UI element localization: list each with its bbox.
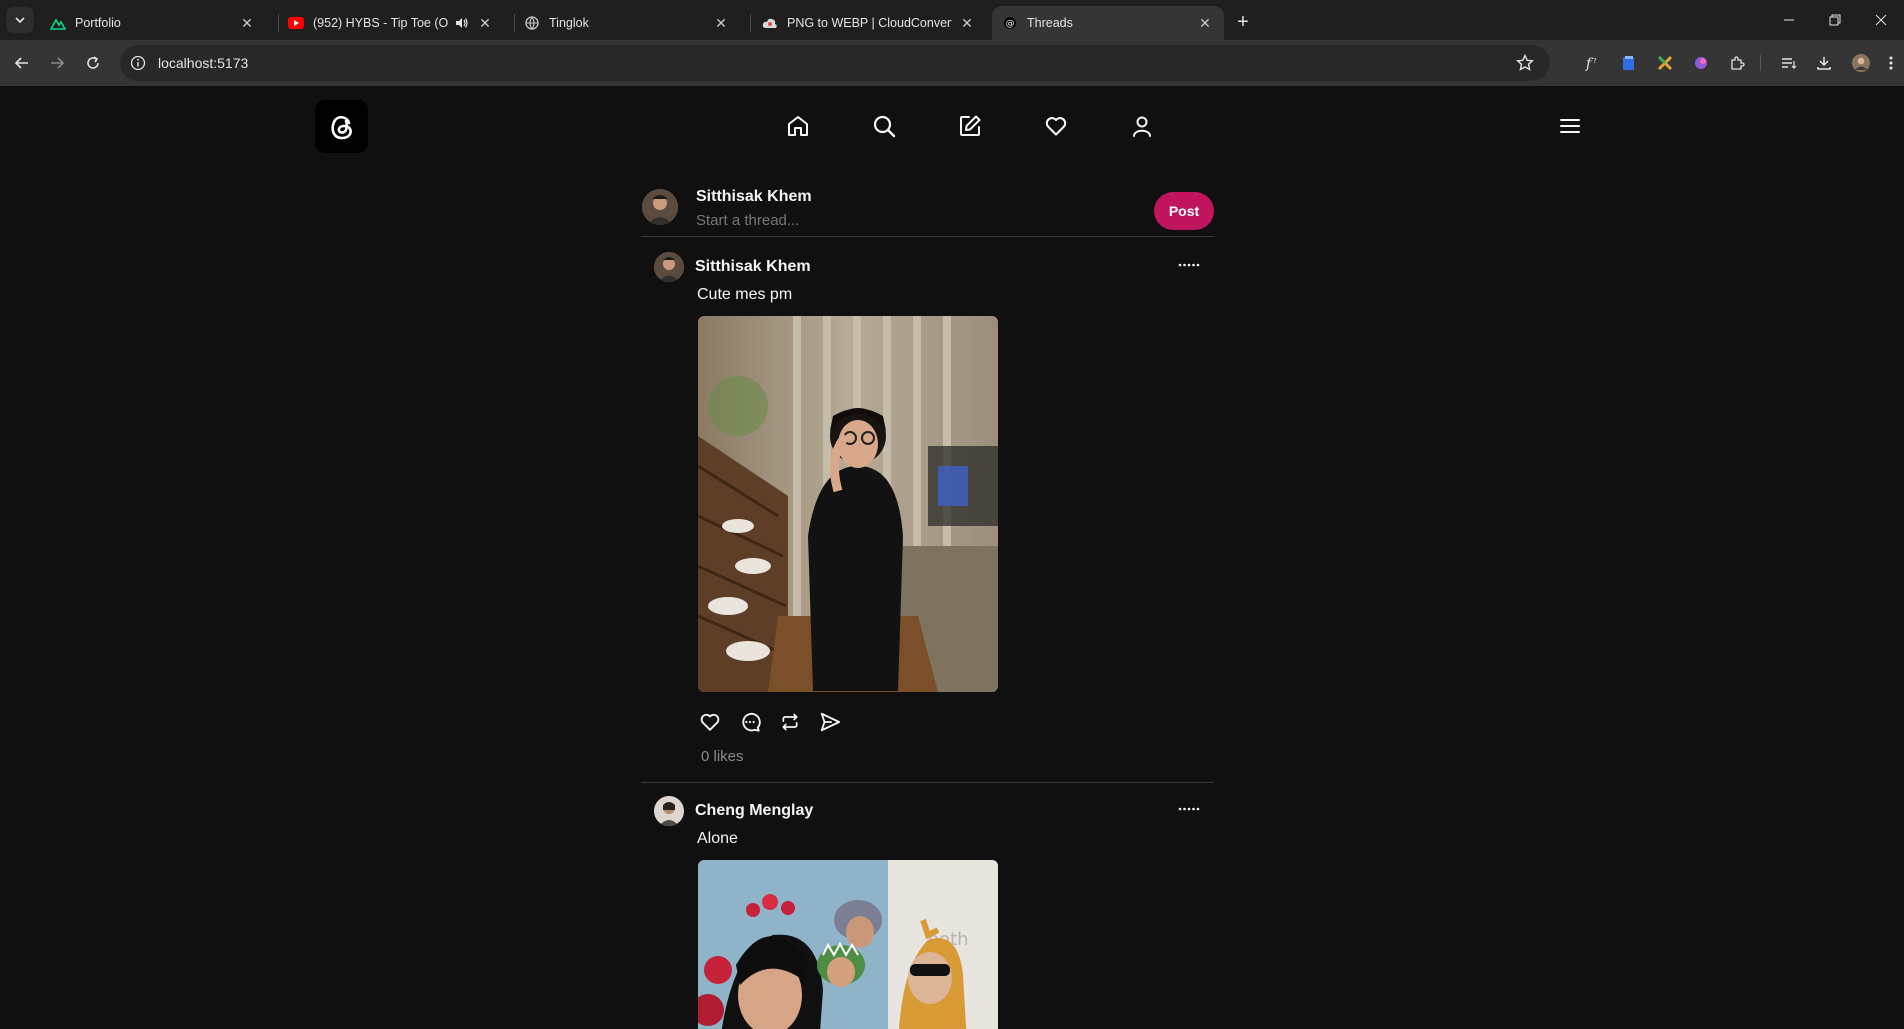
restore-icon bbox=[1829, 14, 1841, 26]
post-author[interactable]: Sitthisak Khem bbox=[695, 258, 811, 276]
reply-button[interactable] bbox=[738, 710, 762, 734]
close-tab-icon[interactable]: ✕ bbox=[476, 14, 494, 32]
tab-title: PNG to WEBP | CloudConvert bbox=[787, 16, 952, 30]
threads-icon: @ bbox=[1002, 15, 1018, 31]
downloads-icon[interactable] bbox=[1814, 53, 1834, 73]
hamburger-menu-button[interactable] bbox=[1557, 113, 1583, 139]
tab-portfolio[interactable]: Portfolio ✕ bbox=[40, 6, 266, 40]
cloudconvert-icon bbox=[762, 15, 778, 31]
divider bbox=[641, 782, 1214, 783]
restore-button[interactable] bbox=[1812, 0, 1858, 40]
tab-title: Threads bbox=[1027, 16, 1073, 30]
thread-post: Cheng Menglay Alone ooth bbox=[641, 796, 1214, 1029]
tab-threads[interactable]: @ Threads ✕ bbox=[992, 6, 1224, 40]
url-text: localhost:5173 bbox=[158, 55, 249, 71]
search-icon bbox=[873, 115, 896, 138]
nav-profile[interactable] bbox=[1129, 113, 1155, 139]
tab-title: Tinglok bbox=[549, 16, 589, 30]
back-button[interactable] bbox=[10, 51, 34, 75]
threads-logo-icon bbox=[330, 115, 352, 139]
close-tab-icon[interactable]: ✕ bbox=[238, 14, 256, 32]
docs-extension-icon[interactable] bbox=[1619, 53, 1639, 73]
new-tab-button[interactable]: + bbox=[1230, 9, 1256, 35]
nav-activity[interactable] bbox=[1043, 113, 1069, 139]
bookmark-star-icon[interactable] bbox=[1516, 54, 1534, 72]
tools-extension-icon[interactable] bbox=[1655, 53, 1675, 73]
threads-logo[interactable] bbox=[315, 100, 368, 153]
composer-username: Sitthisak Khem bbox=[696, 188, 812, 205]
close-icon bbox=[1875, 14, 1887, 26]
post-button[interactable]: Post bbox=[1154, 192, 1214, 230]
tab-title: Portfolio bbox=[75, 16, 121, 30]
font-extension-icon[interactable]: f? bbox=[1583, 53, 1603, 73]
site-info-icon[interactable] bbox=[130, 55, 146, 71]
extensions-puzzle-icon[interactable] bbox=[1727, 53, 1747, 73]
tab-title: (952) HYBS - Tip Toe (Official bbox=[313, 16, 448, 30]
nav-compose[interactable] bbox=[957, 113, 983, 139]
post-image[interactable]: ooth bbox=[698, 860, 998, 1029]
heart-icon bbox=[700, 713, 720, 731]
send-icon bbox=[820, 712, 841, 732]
thread-input[interactable]: Start a thread... bbox=[696, 212, 799, 229]
more-dots-icon bbox=[1178, 263, 1200, 267]
browser-toolbar: localhost:5173 f? bbox=[0, 40, 1904, 86]
speaker-icon[interactable] bbox=[454, 15, 470, 31]
arrow-right-icon bbox=[51, 57, 65, 69]
nuxt-icon bbox=[50, 15, 66, 31]
globe-icon bbox=[524, 15, 540, 31]
svg-text:@: @ bbox=[1006, 19, 1015, 29]
post-text: Cute mes pm bbox=[697, 286, 793, 303]
chevron-down-icon bbox=[15, 17, 25, 24]
tab-tinglok[interactable]: Tinglok ✕ bbox=[514, 6, 740, 40]
home-icon bbox=[788, 116, 808, 136]
minimize-icon bbox=[1784, 19, 1794, 21]
close-tab-icon[interactable]: ✕ bbox=[712, 14, 730, 32]
more-menu-icon[interactable] bbox=[1884, 53, 1898, 73]
nav-search[interactable] bbox=[871, 113, 897, 139]
address-bar[interactable]: localhost:5173 bbox=[120, 45, 1550, 81]
hamburger-icon bbox=[1560, 119, 1580, 133]
profile-icon bbox=[1133, 116, 1151, 137]
more-options-button[interactable] bbox=[1175, 798, 1203, 820]
repost-icon bbox=[782, 713, 798, 731]
copilot-extension-icon[interactable] bbox=[1691, 53, 1711, 73]
tab-search-button[interactable] bbox=[6, 7, 34, 33]
reading-list-icon[interactable] bbox=[1779, 53, 1799, 73]
close-tab-icon[interactable]: ✕ bbox=[958, 14, 976, 32]
like-button[interactable] bbox=[698, 710, 722, 734]
close-tab-icon[interactable]: ✕ bbox=[1196, 14, 1214, 32]
profile-avatar-icon[interactable] bbox=[1851, 53, 1871, 73]
reload-icon bbox=[87, 56, 99, 69]
divider bbox=[641, 236, 1214, 237]
tab-youtube[interactable]: (952) HYBS - Tip Toe (Official ✕ bbox=[278, 6, 504, 40]
nav-home[interactable] bbox=[785, 113, 811, 139]
share-button[interactable] bbox=[818, 710, 842, 734]
reload-button[interactable] bbox=[81, 51, 105, 75]
more-dots-icon bbox=[1178, 807, 1200, 811]
compose-icon bbox=[960, 115, 981, 136]
heart-icon bbox=[1045, 117, 1067, 136]
repost-button[interactable] bbox=[778, 710, 802, 734]
close-window-button[interactable] bbox=[1858, 0, 1904, 40]
arrow-left-icon bbox=[14, 57, 28, 69]
svg-text:?: ? bbox=[1593, 57, 1597, 65]
comment-icon bbox=[742, 712, 761, 732]
avatar[interactable] bbox=[654, 252, 684, 282]
avatar[interactable] bbox=[642, 189, 678, 225]
post-text: Alone bbox=[697, 830, 738, 847]
youtube-icon bbox=[288, 15, 304, 31]
post-author[interactable]: Cheng Menglay bbox=[695, 802, 813, 820]
more-options-button[interactable] bbox=[1175, 254, 1203, 276]
avatar[interactable] bbox=[654, 796, 684, 826]
post-actions bbox=[698, 710, 842, 734]
thread-post: Sitthisak Khem Cute mes pm 0 likes bbox=[641, 252, 1214, 765]
browser-tabbar: Portfolio ✕ (952) HYBS - Tip Toe (Offici… bbox=[0, 0, 1904, 40]
likes-count[interactable]: 0 likes bbox=[701, 748, 744, 765]
forward-button[interactable] bbox=[45, 51, 69, 75]
minimize-button[interactable] bbox=[1766, 0, 1812, 40]
post-image[interactable] bbox=[698, 316, 998, 692]
thread-composer: Sitthisak Khem Start a thread... Post bbox=[641, 182, 1214, 232]
threads-page: Sitthisak Khem Start a thread... Post Si… bbox=[0, 86, 1904, 1029]
tab-cloudconvert[interactable]: PNG to WEBP | CloudConvert ✕ bbox=[752, 6, 986, 40]
